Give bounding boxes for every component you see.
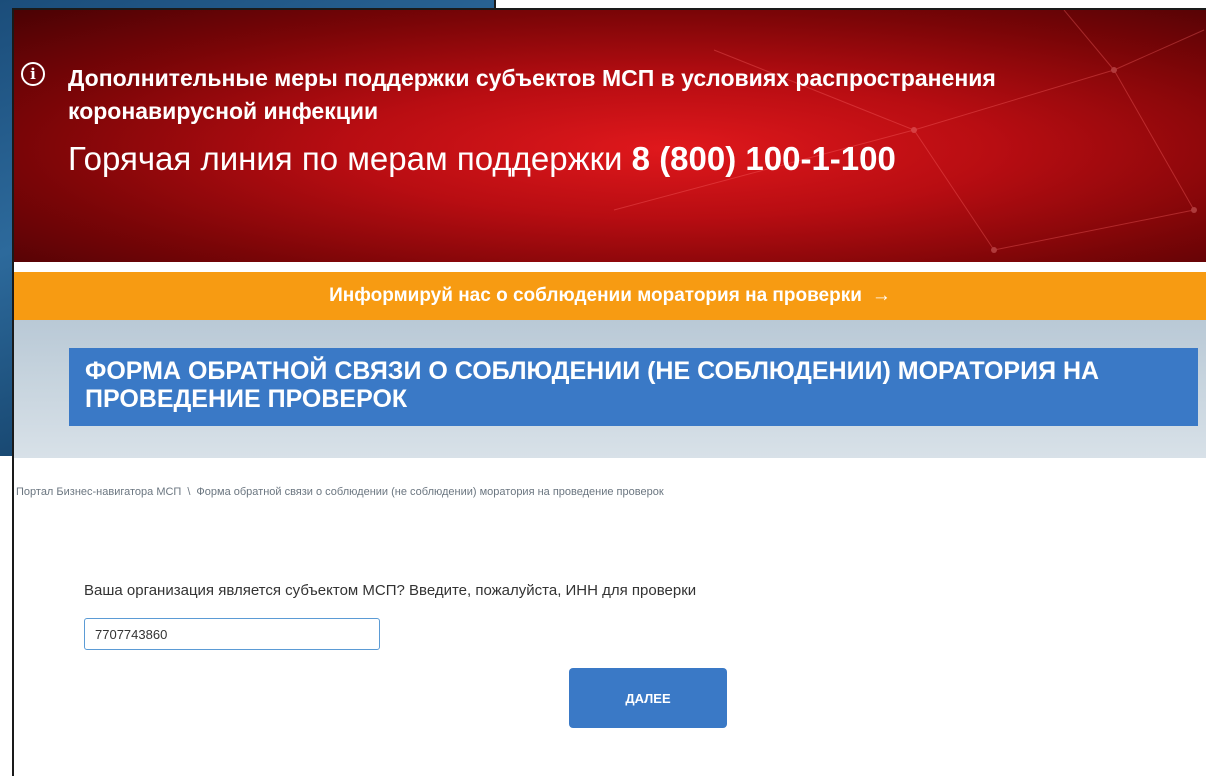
arrow-right-icon: → bbox=[871, 285, 891, 306]
hotline-phone[interactable]: 8 (800) 100-1-100 bbox=[632, 140, 896, 177]
window-edge bbox=[494, 0, 496, 8]
inn-input[interactable] bbox=[84, 618, 380, 650]
page-title: ФОРМА ОБРАТНОЙ СВЯЗИ О СОБЛЮДЕНИИ (НЕ СО… bbox=[69, 348, 1198, 426]
moratorium-promo-link[interactable]: Информируй нас о соблюдении моратория на… bbox=[14, 272, 1206, 320]
breadcrumb-item-current: Форма обратной связи о соблюдении (не со… bbox=[196, 486, 664, 498]
network-decoration bbox=[613, 10, 1205, 253]
banner-title[interactable]: Дополнительные меры поддержки субъектов … bbox=[68, 62, 1188, 128]
promo-text: Информируй нас о соблюдении моратория на… bbox=[329, 285, 862, 306]
next-button[interactable]: ДАЛЕЕ bbox=[569, 668, 727, 728]
browser-window: i Дополнительные меры поддержки субъекто… bbox=[12, 8, 1206, 776]
inn-question-label: Ваша организация является субъектом МСП?… bbox=[84, 582, 697, 599]
title-section: ФОРМА ОБРАТНОЙ СВЯЗИ О СОБЛЮДЕНИИ (НЕ СО… bbox=[14, 320, 1206, 458]
info-icon: i bbox=[21, 62, 45, 86]
breadcrumb-separator: \ bbox=[187, 486, 191, 498]
page: i Дополнительные меры поддержки субъекто… bbox=[0, 0, 1206, 776]
hotline: Горячая линия по мерам поддержки 8 (800)… bbox=[68, 138, 896, 180]
hero-banner[interactable]: i Дополнительные меры поддержки субъекто… bbox=[14, 10, 1206, 262]
breadcrumb-item-portal[interactable]: Портал Бизнес-навигатора МСП bbox=[16, 486, 181, 498]
breadcrumb: Портал Бизнес-навигатора МСП \ Форма обрат… bbox=[16, 486, 664, 498]
hotline-label: Горячая линия по мерам поддержки bbox=[68, 140, 632, 177]
